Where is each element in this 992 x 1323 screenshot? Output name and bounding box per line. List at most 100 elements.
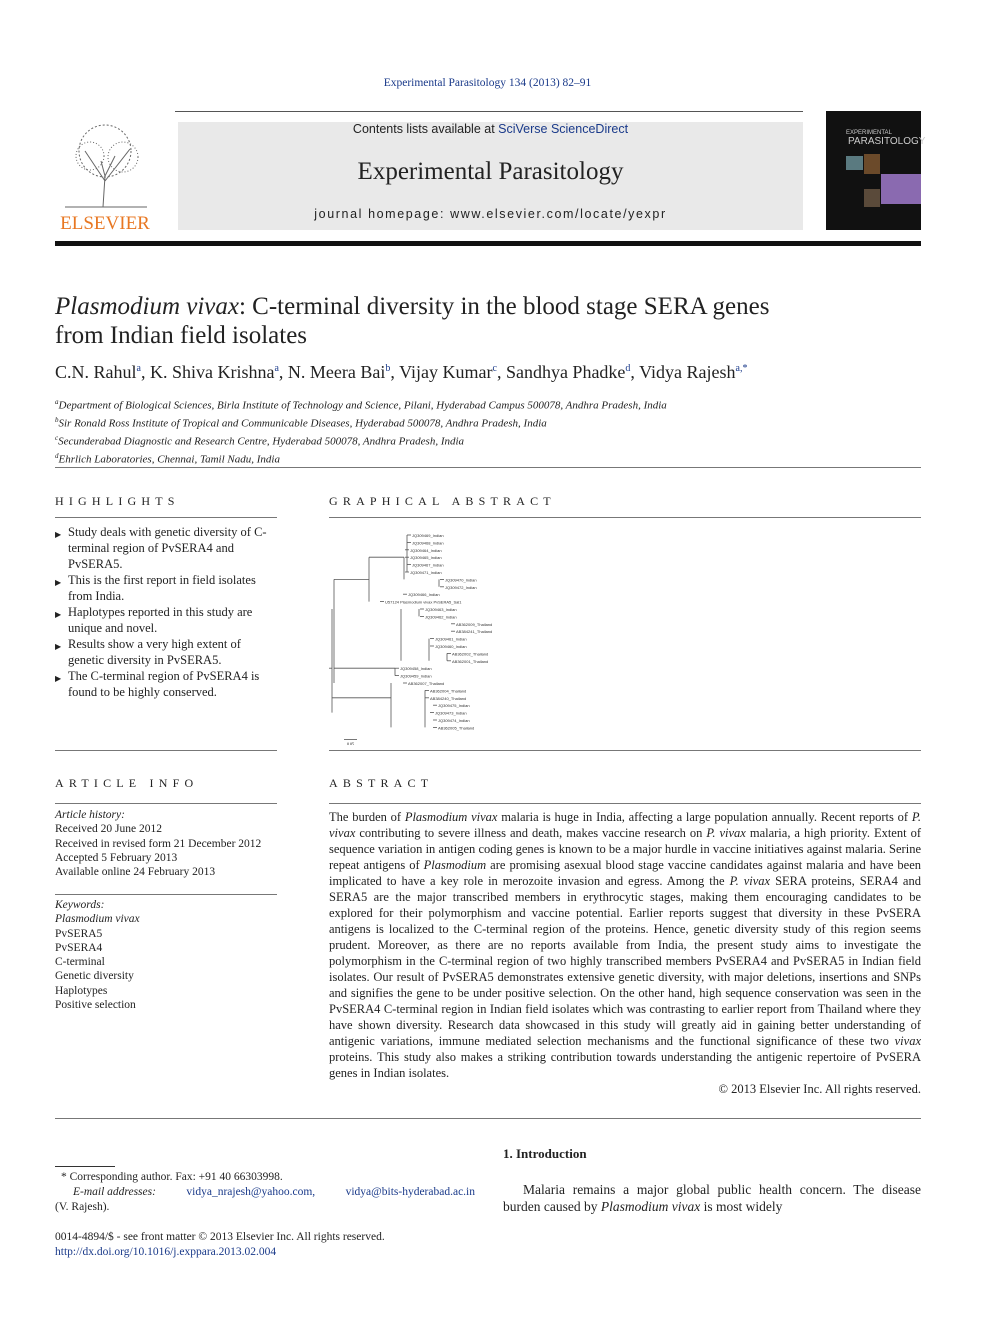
journal-header-band: Contents lists available at SciVerse Sci… <box>178 122 803 230</box>
keywords-label: Keywords: <box>55 899 105 911</box>
author-affiliation-mark[interactable]: d <box>625 363 630 374</box>
divider <box>55 803 277 804</box>
email-owner: (V. Rajesh). <box>55 1201 110 1213</box>
sciencedirect-link[interactable]: SciVerse ScienceDirect <box>498 122 628 136</box>
tree-leaf-label: JQ309473_Indian <box>435 711 467 716</box>
journal-cover: EXPERIMENTAL PARASITOLOGY <box>826 111 925 230</box>
keyword: PvSERA5 <box>55 927 103 940</box>
tree-leaf-label: JQ309471_Indian <box>410 570 442 575</box>
affiliation-text: Secunderabad Diagnostic and Research Cen… <box>58 435 465 448</box>
tree-leaf-label: AB362005_Thailand <box>438 725 474 730</box>
affiliation: cSecunderabad Diagnostic and Research Ce… <box>55 431 667 449</box>
footnote-rule <box>55 1166 115 1167</box>
affiliations: aDepartment of Biological Sciences, Birl… <box>55 395 667 468</box>
author-name[interactable]: Vidya Rajesh <box>639 362 735 382</box>
keyword: C-terminal <box>55 956 105 969</box>
tree-leaf-label: AB362007_Thailand <box>408 681 444 686</box>
header-rule <box>55 241 921 246</box>
tree-leaf-label: JQ309461_Indian <box>435 637 467 642</box>
tree-leaf-label: JQ309462_Indian <box>425 614 457 619</box>
affiliation: bSir Ronald Ross Institute of Tropical a… <box>55 413 667 431</box>
keywords: Keywords: Plasmodium vivax PvSERA5 PvSERA4 C… <box>55 898 140 1012</box>
tree-leaf-label: AB362002_Thailand <box>452 651 488 656</box>
journal-name: Experimental Parasitology <box>357 158 624 185</box>
highlight-item: This is the first report in field isolat… <box>55 572 277 604</box>
doi-link[interactable]: http://dx.doi.org/10.1016/j.exppara.2013… <box>55 1246 276 1258</box>
tree-leaf-label: JQ309469_Indian <box>412 533 444 538</box>
author-affiliation-mark[interactable]: a <box>137 363 141 374</box>
tree-leaf-label: AB362009_Thailand <box>456 622 492 627</box>
divider <box>175 111 803 112</box>
elsevier-tree-icon: ELSEVIER <box>55 121 155 234</box>
author-affiliation-mark[interactable]: a,* <box>736 363 748 374</box>
journal-homepage[interactable]: journal homepage: www.elsevier.com/locat… <box>178 207 803 221</box>
author-name[interactable]: Sandhya Phadke <box>506 362 625 382</box>
author-affiliation-mark[interactable]: c <box>492 363 496 374</box>
abstract-text: The burden of Plasmodium vivax malaria i… <box>329 810 921 1080</box>
divider <box>55 894 277 895</box>
divider <box>329 803 921 804</box>
cover-title-2: PARASITOLOGY <box>848 136 926 147</box>
divider <box>55 1118 921 1119</box>
keyword: Haplotypes <box>55 984 108 997</box>
tree-leaf-label: JQ309474_Indian <box>438 718 470 723</box>
author-affiliation-mark[interactable]: a <box>274 363 278 374</box>
scale-bar-label: 0.05 <box>347 741 354 745</box>
affiliation: dEhrlich Laboratories, Chennai, Tamil Na… <box>55 449 667 467</box>
highlight-item: The C-terminal region of PvSERA4 is foun… <box>55 668 277 700</box>
affiliation: aDepartment of Biological Sciences, Birl… <box>55 395 667 413</box>
tree-leaf-label: AB362001_Thailand <box>452 659 488 664</box>
author-name[interactable]: N. Meera Bai <box>288 362 385 382</box>
history-item: Accepted 5 February 2013 <box>55 851 178 864</box>
tree-leaf-label: JQ309468_Indian <box>412 540 444 545</box>
history-item: Received 20 June 2012 <box>55 823 162 836</box>
tree-leaf-label: U57124 Plasmodium vivax PvSERA5_Sal1 <box>385 600 462 605</box>
article-title: Plasmodium vivax: C-terminal diversity i… <box>55 292 769 350</box>
corresponding-author: * Corresponding author. Fax: +91 40 6630… <box>61 1171 283 1183</box>
tree-leaf-label: AB384241_Thailand <box>456 629 492 634</box>
tree-leaf-label: JQ309459_Indian <box>400 674 432 679</box>
phylogenetic-tree: JQ309469_Indian JQ309468_Indian JQ309464_I… <box>329 533 492 745</box>
highlight-item: Haplotypes reported in this study are un… <box>55 604 277 636</box>
tree-leaf-label: AB362004_Thailand <box>430 688 466 693</box>
author-name[interactable]: K. Shiva Krishna <box>150 362 275 382</box>
title-rest: : C-terminal diversity in the blood stag… <box>238 293 770 320</box>
elsevier-logo: ELSEVIER <box>55 121 155 234</box>
history-item: Received in revised form 21 December 201… <box>55 837 262 850</box>
tree-leaf-label: JQ309463_Indian <box>425 607 457 612</box>
email-link-2[interactable]: vidya@bits-hyderabad.ac.in <box>346 1185 475 1200</box>
affiliation-text: Ehrlich Laboratories, Chennai, Tamil Nad… <box>58 454 280 467</box>
keyword: Genetic diversity <box>55 970 134 983</box>
contents-text: Contents lists available at <box>352 122 499 136</box>
abstract-heading: ABSTRACT <box>329 776 434 790</box>
author-name[interactable]: C.N. Rahul <box>55 362 137 382</box>
tree-leaf-label: JQ309475_Indian <box>438 703 470 708</box>
email-label: E-mail addresses: <box>73 1186 156 1198</box>
citation-link[interactable]: Experimental Parasitology 134 (2013) 82–… <box>384 77 592 89</box>
keyword: Positive selection <box>55 999 136 1012</box>
tree-leaf-label: JQ309470_Indian <box>445 577 477 582</box>
title-italic: Plasmodium vivax <box>55 293 239 320</box>
tree-leaf-label: JQ309467_Indian <box>412 563 444 568</box>
author-name[interactable]: Vijay Kumar <box>399 362 492 382</box>
highlight-item: Study deals with genetic diversity of C-… <box>55 524 277 572</box>
history-label: Article history: <box>55 809 125 821</box>
abstract-body: The burden of Plasmodium vivax malaria i… <box>329 809 921 1097</box>
svg-text:ELSEVIER: ELSEVIER <box>60 213 150 233</box>
introduction-heading: 1. Introduction <box>503 1146 587 1161</box>
email-link-1[interactable]: vidya_nrajesh@yahoo.com, <box>186 1185 315 1200</box>
journal-citation[interactable]: Experimental Parasitology 134 (2013) 82–… <box>0 77 975 89</box>
highlights-list: Study deals with genetic diversity of C-… <box>55 524 277 700</box>
affiliation-text: Sir Ronald Ross Institute of Tropical an… <box>58 417 547 430</box>
keyword: Plasmodium vivax <box>55 913 140 926</box>
tree-leaf-label: JQ309460_Indian <box>435 644 467 649</box>
divider <box>55 750 277 751</box>
divider <box>55 517 277 518</box>
tree-leaf-label: JQ309458_Indian <box>400 666 432 671</box>
highlights-heading: HIGHLIGHTS <box>55 494 180 508</box>
graphical-abstract-heading: GRAPHICAL ABSTRACT <box>329 494 556 508</box>
highlight-item: Results show a very high extent of genet… <box>55 636 277 668</box>
front-matter: 0014-4894/$ - see front matter © 2013 El… <box>55 1231 385 1243</box>
author-affiliation-mark[interactable]: b <box>385 363 390 374</box>
divider <box>55 467 921 468</box>
